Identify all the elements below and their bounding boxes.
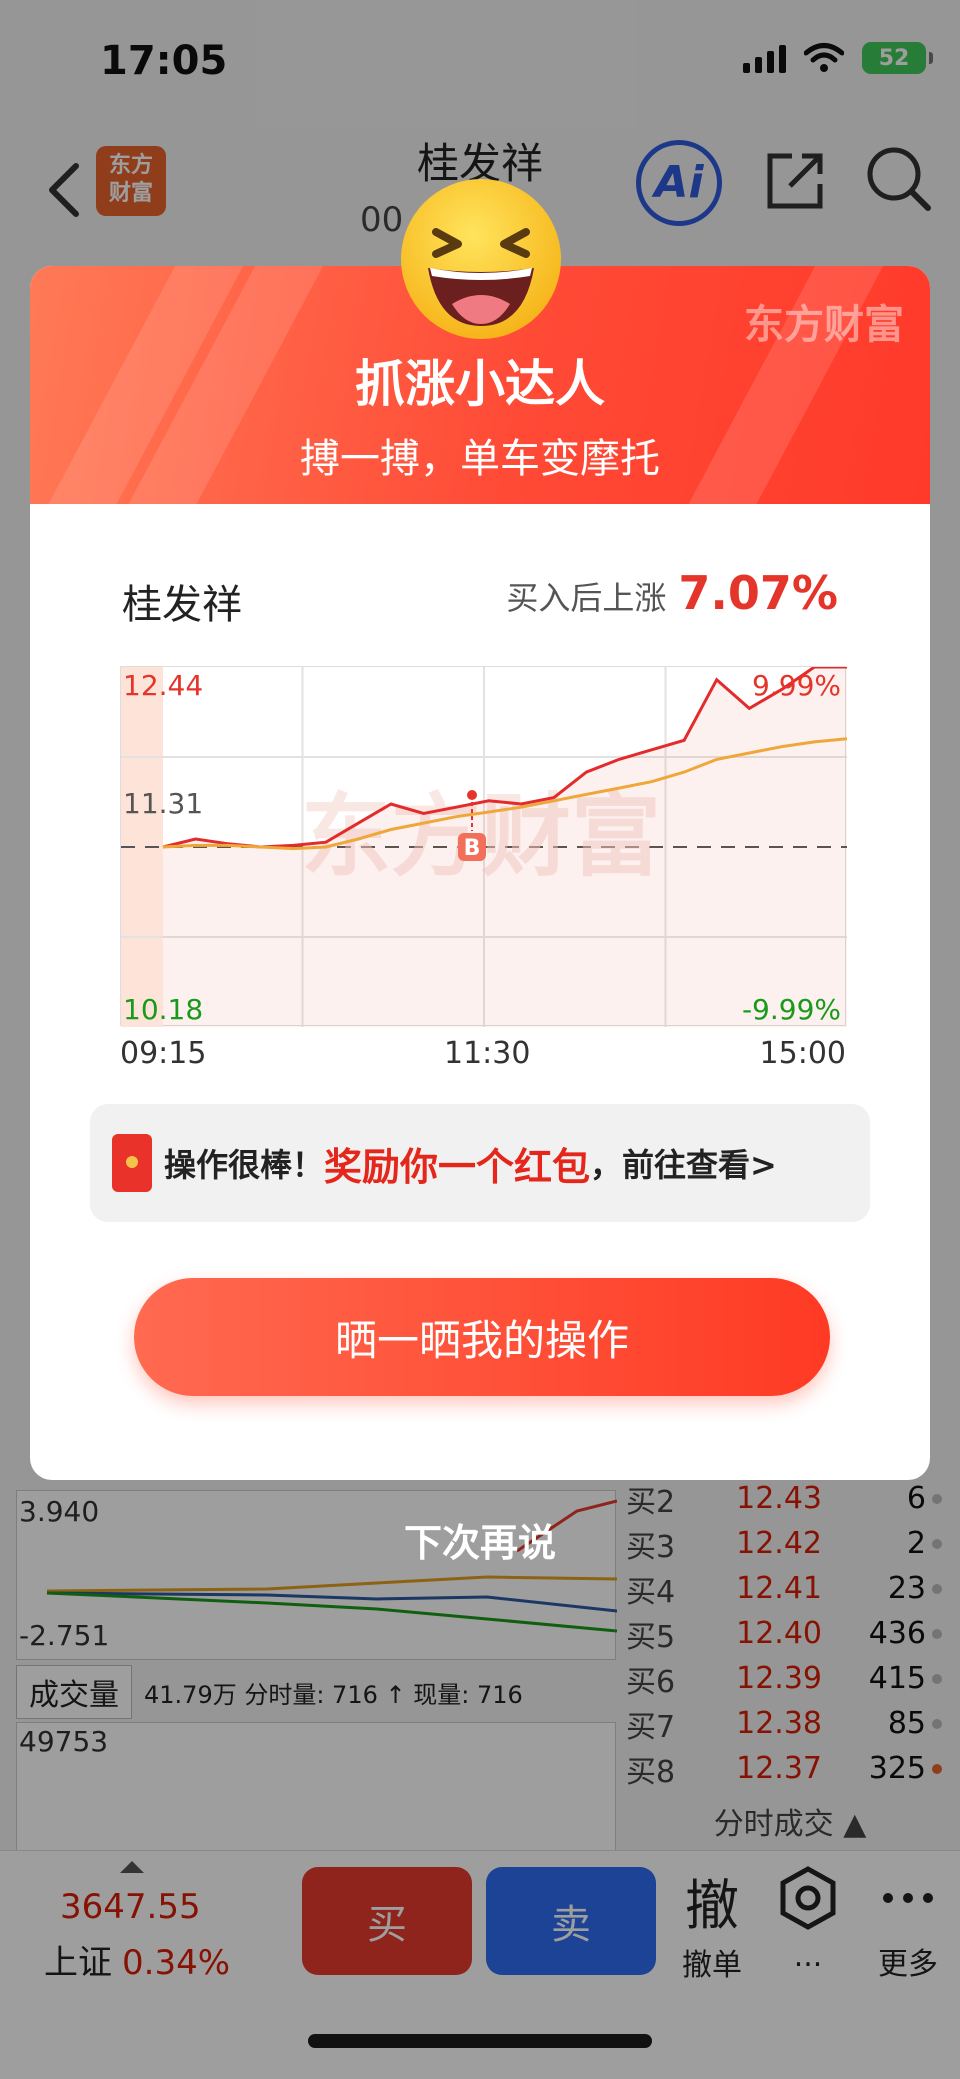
x-axis: 09:15 11:30 15:00 <box>120 1036 846 1076</box>
result-gain: 买入后上涨 7.07% <box>506 566 838 620</box>
home-indicator <box>308 2034 652 2048</box>
laughing-emoji-icon <box>401 179 561 339</box>
y-high-label: 12.44 <box>123 669 203 702</box>
pct-high-label: 9.99% <box>752 669 841 702</box>
x-tick: 11:30 <box>444 1036 531 1071</box>
modal-subtitle: 搏一搏，单车变摩托 <box>300 436 660 482</box>
gain-label: 买入后上涨 <box>506 579 667 617</box>
header-watermark: 东方财富 <box>744 302 904 348</box>
buy-marker-label: B <box>464 836 481 861</box>
x-tick: 15:00 <box>759 1036 846 1071</box>
red-packet-notice[interactable]: 操作很棒！ 奖励你一个红包 ，前往查看> <box>90 1104 870 1222</box>
gain-value: 7.07% <box>678 566 838 620</box>
pct-low-label: -9.99% <box>742 993 841 1026</box>
chart-series <box>162 667 847 1027</box>
x-tick: 09:15 <box>120 1036 207 1071</box>
notice-text-a: 操作很棒！ <box>164 1146 325 1184</box>
price-chart-svg: 东方财富 12.44 11.31 10.18 9.99% -9.99% B <box>121 667 847 1027</box>
result-stock-name: 桂发祥 <box>122 582 242 628</box>
modal-title: 抓涨小达人 <box>355 355 605 413</box>
achievement-modal: 东方财富 抓涨小达人 搏一搏，单车变摩托 桂发祥 买入后上涨 7.07% 东方财… <box>30 266 930 1480</box>
notice-text-b: 奖励你一个红包 <box>324 1144 591 1189</box>
y-mid-label: 11.31 <box>123 787 203 820</box>
price-chart: 东方财富 12.44 11.31 10.18 9.99% -9.99% B <box>120 666 847 1027</box>
notice-text-c: ，前往查看> <box>590 1146 777 1184</box>
red-envelope-icon <box>112 1134 152 1192</box>
y-low-label: 10.18 <box>123 993 203 1026</box>
share-operation-button[interactable]: 晒一晒我的操作 <box>134 1278 830 1396</box>
dismiss-later-button[interactable]: 下次再说 <box>0 1512 960 1567</box>
